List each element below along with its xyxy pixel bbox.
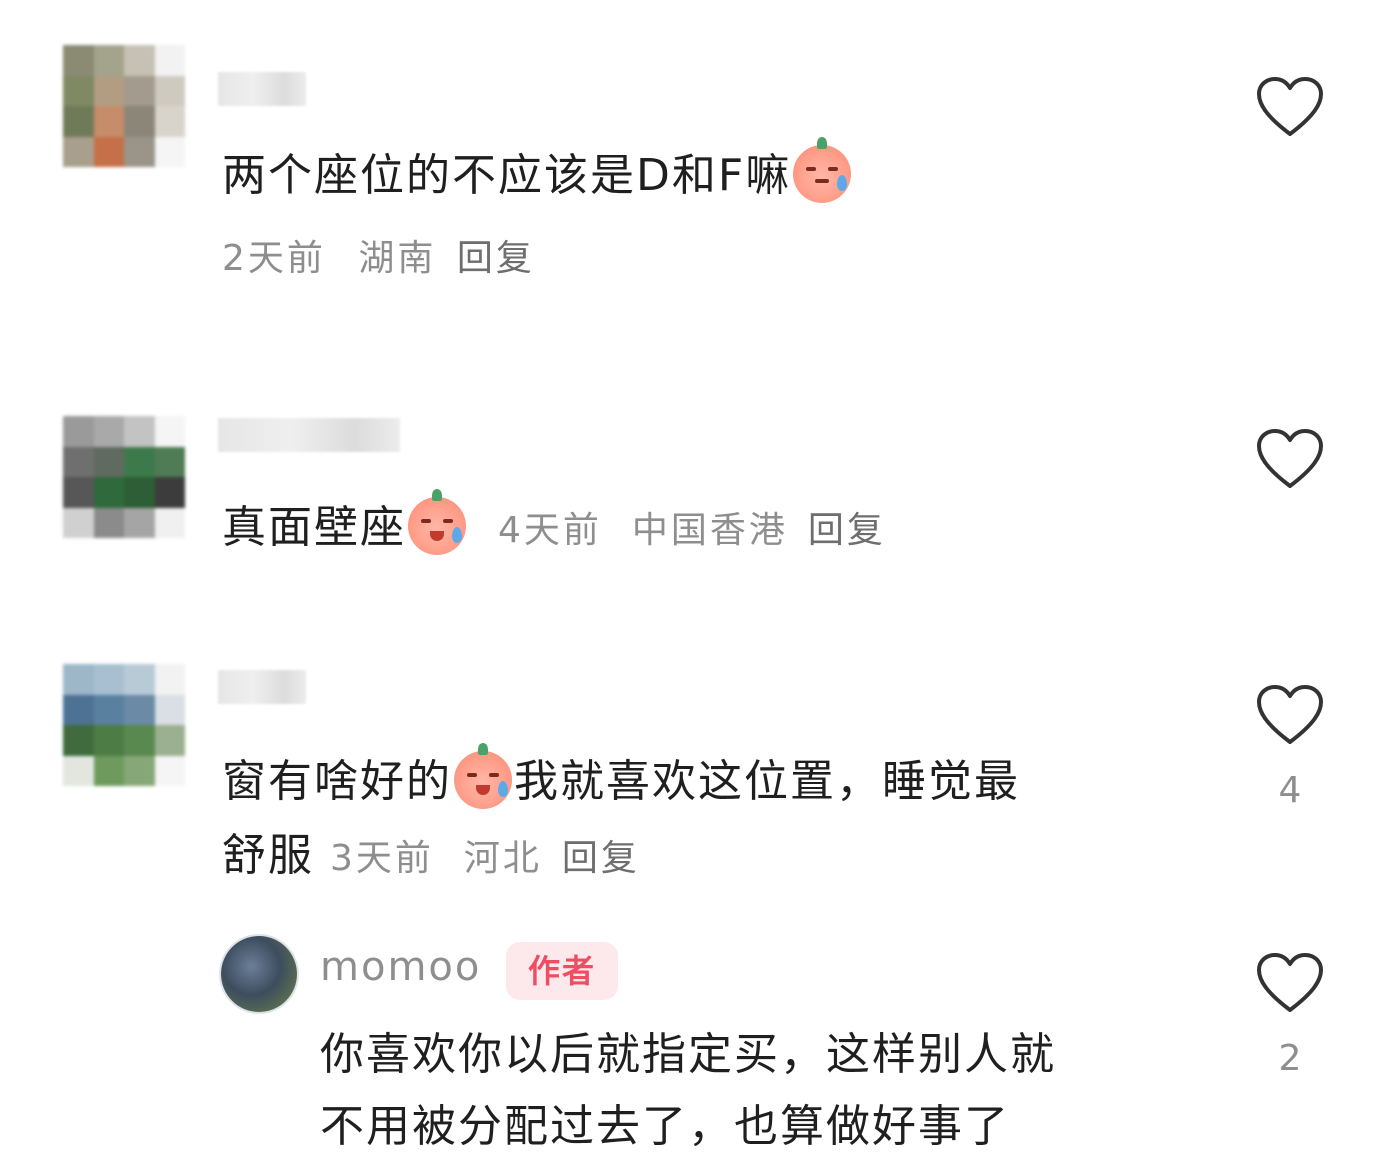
comment-text: 窗有啥好的 我就喜欢这位置，睡觉最 [222,743,1020,816]
blurred-avatar[interactable] [63,664,185,786]
comment-location: 河北 [463,838,542,879]
blurred-avatar[interactable] [63,45,185,167]
comment-time: 4天前 [498,510,602,551]
like-count: 2 [1278,1038,1302,1079]
comment-text-line2: 舒服 3天前 河北 回复 [222,830,640,881]
heart-outline-icon[interactable] [1256,428,1324,490]
author-username[interactable]: momoo [320,944,481,990]
blurred-username[interactable] [218,670,306,704]
heart-outline-icon[interactable] [1256,952,1324,1014]
comment-meta: 2天前 湖南 回复 [222,228,535,290]
heart-outline-icon[interactable] [1256,684,1324,746]
author-badge: 作者 [506,942,618,1000]
author-avatar[interactable] [221,936,297,1012]
blurred-username[interactable] [218,72,306,106]
like-count: 4 [1278,770,1302,811]
comment-time: 3天前 [330,838,434,879]
reply-button[interactable]: 回复 [808,510,886,551]
comment-time: 2天前 [222,238,326,279]
reply-button[interactable]: 回复 [457,238,535,279]
reply-text-line2: 不用被分配过去了，也算做好事了 [320,1101,1010,1152]
blurred-username[interactable] [218,418,400,452]
comment-text: 真面壁座 4天前 中国香港 回复 [222,489,886,565]
crying-face-emoji-icon [454,743,512,809]
crying-face-emoji-icon [408,489,466,555]
reply-button[interactable]: 回复 [562,838,640,879]
comment-text: 两个座位的不应该是D和F嘛 [222,137,853,210]
blurred-avatar[interactable] [63,416,185,538]
sweat-face-emoji-icon [793,137,852,203]
reply-text-line1: 你喜欢你以后就指定买，这样别人就 [320,1029,1056,1080]
comment-location: 湖南 [358,238,437,279]
comment-location: 中国香港 [631,510,788,551]
heart-outline-icon[interactable] [1256,76,1324,138]
